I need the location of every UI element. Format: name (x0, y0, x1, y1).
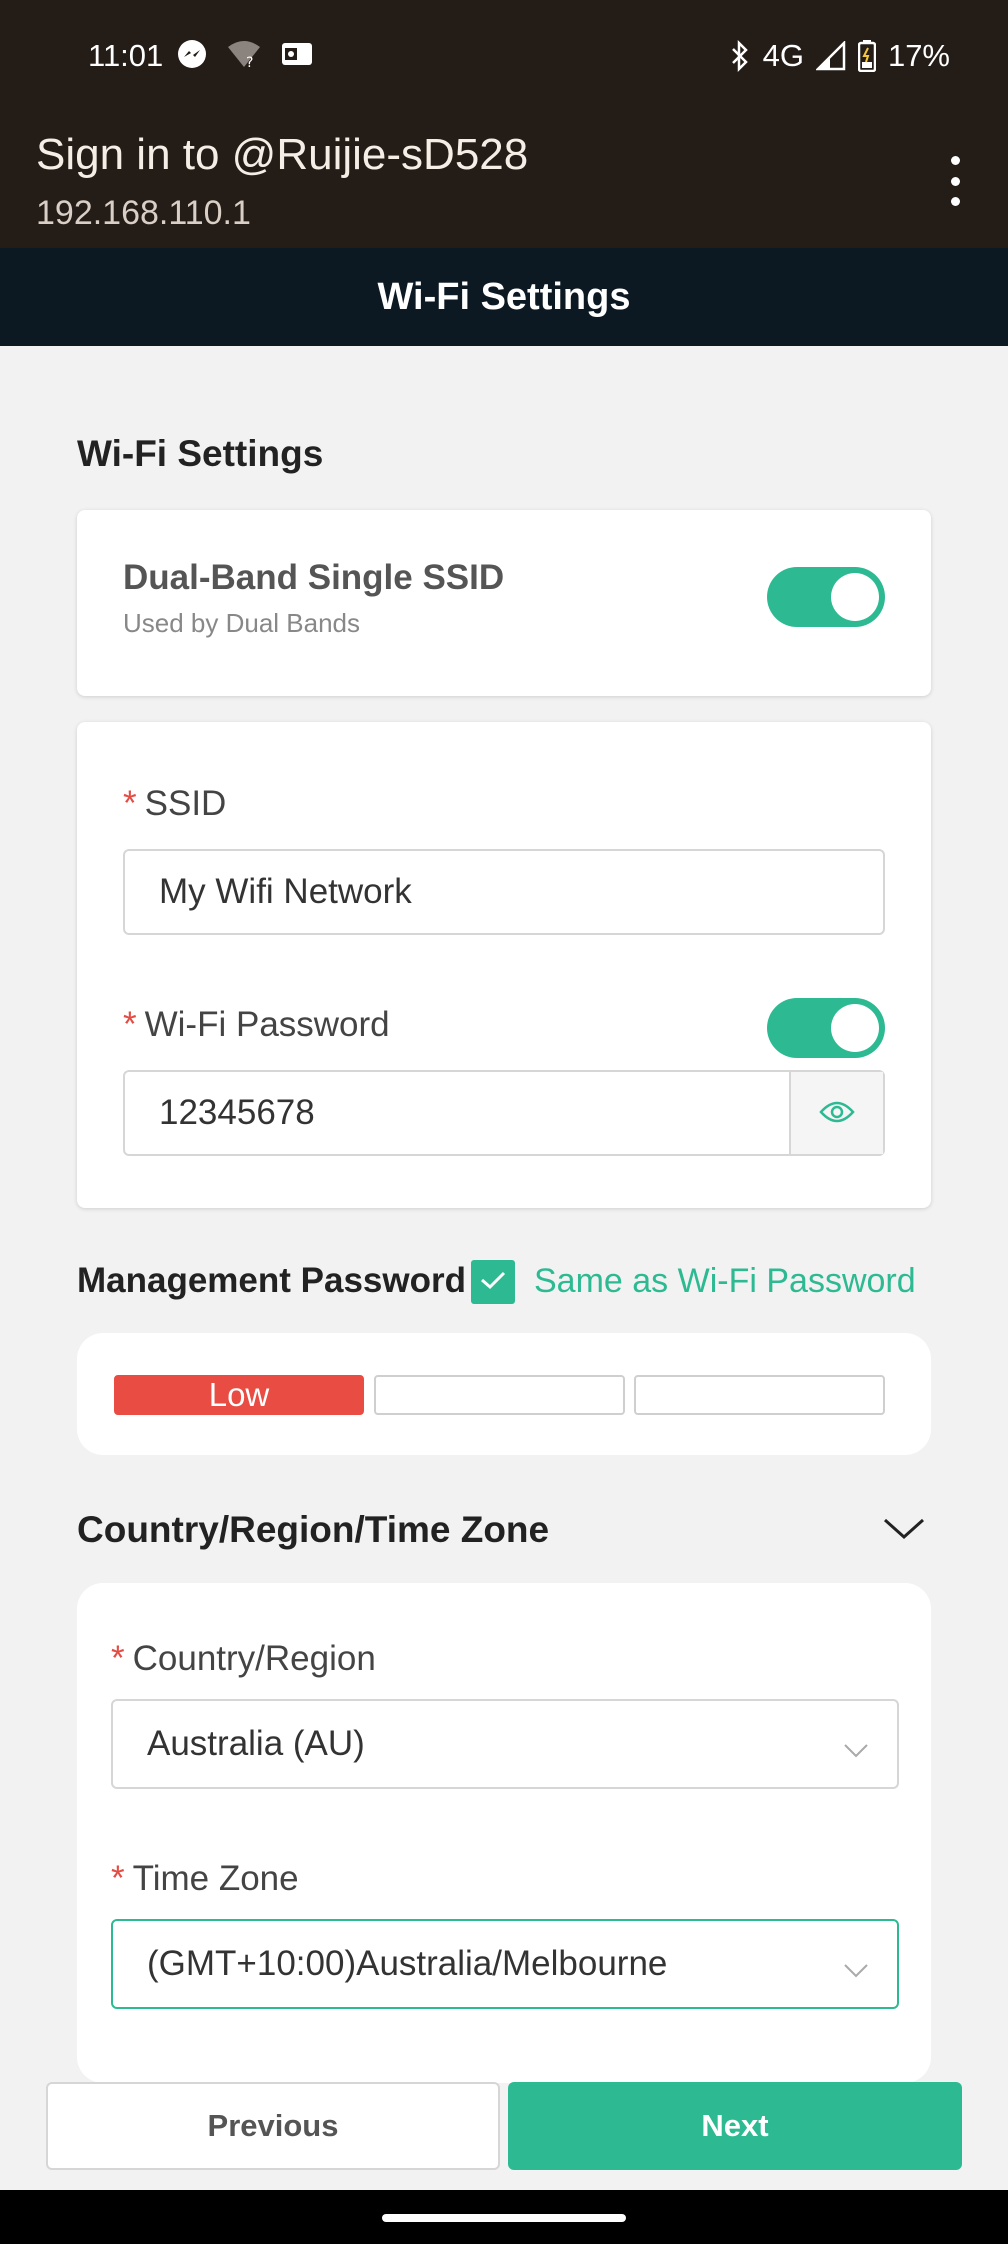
overflow-menu-icon[interactable] (942, 156, 968, 206)
page-title: Wi-Fi Settings (0, 248, 1008, 346)
timezone-label: * Time Zone (111, 1859, 299, 1898)
status-bar: 11:01 ? 4G 17% (0, 0, 1008, 116)
dual-band-title: Dual-Band Single SSID (123, 558, 505, 597)
management-password-label: Management Password (77, 1261, 466, 1300)
ssid-label: * SSID (123, 784, 227, 823)
app-bar-url: 192.168.110.1 (36, 194, 251, 232)
app-bar-title: Sign in to @Ruijie-sD528 (36, 130, 529, 179)
chevron-down-icon (843, 1729, 869, 1769)
required-mark: * (111, 1639, 125, 1678)
checkmark-icon (479, 1269, 507, 1296)
ssid-value: My Wifi Network (159, 872, 412, 911)
strength-segment-medium (374, 1375, 625, 1415)
show-password-button[interactable] (789, 1072, 883, 1154)
eye-icon (819, 1093, 855, 1133)
ssid-input[interactable]: My Wifi Network (123, 849, 885, 935)
country-value: Australia (AU) (147, 1724, 365, 1763)
svg-text:?: ? (246, 55, 253, 69)
system-navigation-bar (0, 2190, 1008, 2244)
wifi-settings-heading: Wi-Fi Settings (77, 433, 324, 474)
home-gesture-handle[interactable] (382, 2214, 626, 2222)
battery-percent: 17% (887, 38, 950, 73)
browser-app-bar: Sign in to @Ruijie-sD528 192.168.110.1 (0, 116, 1008, 248)
signal-icon (815, 41, 846, 71)
dual-band-toggle[interactable] (767, 567, 885, 627)
outlook-icon (280, 39, 314, 69)
strength-segment-low: Low (114, 1375, 364, 1415)
country-label: * Country/Region (111, 1639, 376, 1678)
region-card: * Country/Region Australia (AU) * Time Zon… (77, 1583, 931, 2083)
status-time: 11:01 (88, 38, 164, 73)
previous-button[interactable]: Previous (46, 2082, 500, 2170)
strength-segment-high (634, 1375, 885, 1415)
required-mark: * (111, 1859, 125, 1898)
required-mark: * (123, 1005, 137, 1044)
timezone-select[interactable]: (GMT+10:00)Australia/Melbourne (111, 1919, 899, 2009)
wifi-question-icon: ? (226, 39, 262, 69)
country-select[interactable]: Australia (AU) (111, 1699, 899, 1789)
messenger-icon (176, 38, 208, 70)
status-right: 4G 17% (729, 38, 950, 74)
wifi-password-toggle[interactable] (767, 998, 885, 1058)
required-mark: * (123, 784, 137, 823)
bluetooth-icon (729, 40, 751, 72)
timezone-value: (GMT+10:00)Australia/Melbourne (147, 1944, 668, 1983)
wifi-password-label: * Wi-Fi Password (123, 1005, 390, 1044)
region-section-heading: Country/Region/Time Zone (77, 1509, 550, 1550)
wifi-credentials-card: * SSID My Wifi Network * Wi-Fi Password 12… (77, 722, 931, 1208)
network-type: 4G (762, 38, 804, 73)
notification-icons: ? (176, 38, 314, 70)
collapse-chevron-icon[interactable] (882, 1515, 926, 1548)
wifi-password-input[interactable]: 12345678 (123, 1070, 885, 1156)
dual-band-subtitle: Used by Dual Bands (123, 608, 361, 638)
same-as-wifi-label[interactable]: Same as Wi-Fi Password (534, 1262, 916, 1301)
strength-label: Low (208, 1376, 270, 1413)
battery-icon (857, 40, 876, 72)
same-as-wifi-checkbox[interactable] (471, 1260, 515, 1304)
chevron-down-icon (843, 1949, 869, 1989)
next-button[interactable]: Next (508, 2082, 962, 2170)
wifi-password-value: 12345678 (159, 1093, 315, 1132)
dual-band-card: Dual-Band Single SSID Used by Dual Bands (77, 510, 931, 696)
